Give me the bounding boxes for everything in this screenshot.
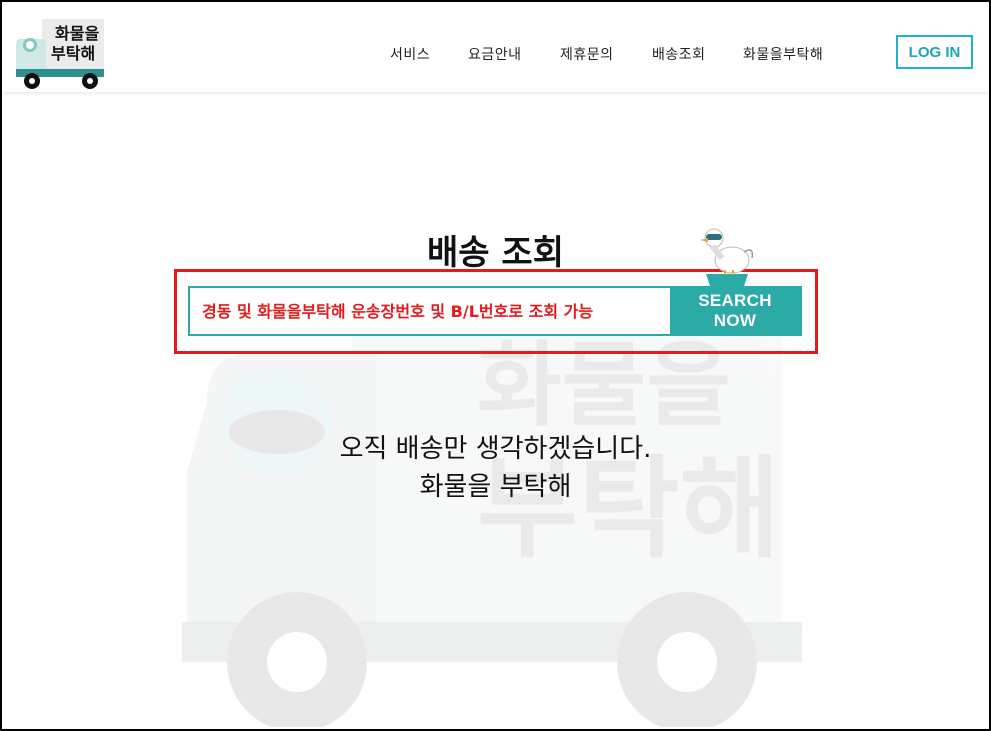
nav-item-pricing[interactable]: 요금안내 xyxy=(468,44,522,64)
page-frame: 화물을 부탁해 서비스 요금안내 제휴문의 배송조회 화물을부탁해 LOG IN… xyxy=(0,0,991,731)
tracking-search-bar: SEARCH NOW xyxy=(188,286,802,336)
svg-text:부탁해: 부탁해 xyxy=(51,44,95,63)
nav-item-partnership[interactable]: 제휴문의 xyxy=(560,44,614,64)
nav-item-service[interactable]: 서비스 xyxy=(390,44,430,64)
watermark-truck-illustration: 화물을 부탁해 xyxy=(182,332,802,727)
site-header: 화물을 부탁해 서비스 요금안내 제휴문의 배송조회 화물을부탁해 LOG IN xyxy=(2,2,989,92)
delivery-truck-logo-icon: 화물을 부탁해 xyxy=(16,19,104,89)
svg-text:화물을: 화물을 xyxy=(55,24,99,43)
seagull-mascot-icon xyxy=(700,228,754,286)
page-title: 배송 조회 xyxy=(427,233,564,273)
tracking-number-input[interactable] xyxy=(190,288,670,334)
tagline: 오직 배송만 생각하겠습니다. 화물을 부탁해 xyxy=(2,430,989,506)
tagline-line-2: 화물을 부탁해 xyxy=(419,472,572,502)
site-logo[interactable]: 화물을 부탁해 xyxy=(12,17,110,92)
tagline-line-1: 오직 배송만 생각하겠습니다. xyxy=(339,434,652,464)
nav-item-about[interactable]: 화물을부탁해 xyxy=(743,44,823,64)
nav-item-tracking[interactable]: 배송조회 xyxy=(652,44,706,64)
login-button[interactable]: LOG IN xyxy=(896,35,973,69)
search-now-button[interactable]: SEARCH NOW xyxy=(670,288,800,334)
